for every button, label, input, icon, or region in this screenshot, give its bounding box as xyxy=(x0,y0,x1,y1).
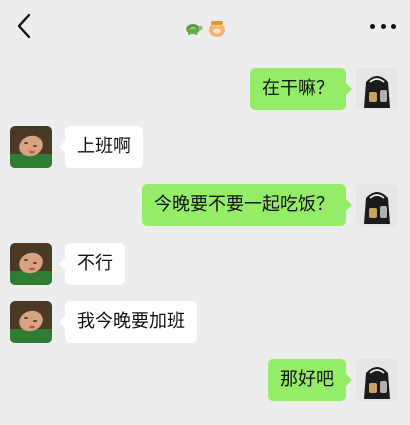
message-bubble-incoming[interactable]: 我今晚要加班 xyxy=(59,301,197,343)
message-bubble-incoming[interactable]: 上班啊 xyxy=(59,126,143,168)
more-dot xyxy=(370,23,375,29)
message-bubble-outgoing[interactable]: 在干嘛？ xyxy=(250,68,352,110)
contact-avatar[interactable] xyxy=(10,301,52,343)
my-avatar[interactable] xyxy=(356,184,398,226)
honey-pot-emoji-icon xyxy=(209,20,225,37)
my-avatar[interactable] xyxy=(356,68,398,110)
message-bubble-outgoing[interactable]: 那好吧 xyxy=(268,359,352,401)
message-bubble-outgoing[interactable]: 今晚要不要一起吃饭？ xyxy=(142,184,352,226)
more-dot xyxy=(380,23,386,29)
chat-title xyxy=(0,14,410,39)
turtle-emoji-icon xyxy=(186,23,203,35)
more-dot xyxy=(391,23,396,29)
message-bubble-incoming[interactable]: 不行 xyxy=(59,243,125,285)
more-button[interactable] xyxy=(370,18,396,34)
my-avatar[interactable] xyxy=(356,359,398,401)
chat-header xyxy=(0,0,410,52)
contact-avatar[interactable] xyxy=(10,243,52,285)
contact-avatar[interactable] xyxy=(10,126,52,168)
